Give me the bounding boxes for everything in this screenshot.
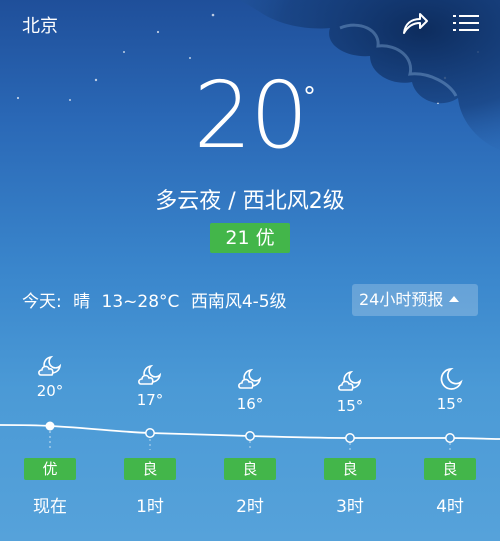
- partly-cloudy-night-icon: [138, 364, 162, 385]
- city-name[interactable]: 北京: [22, 12, 58, 38]
- 24h-forecast-label: 24小时预报: [359, 290, 444, 309]
- current-temperature: 20 °: [0, 66, 500, 166]
- list-menu-icon: [453, 15, 479, 31]
- share-button[interactable]: [398, 8, 430, 38]
- hourly-time-label: 1时: [136, 497, 164, 517]
- hourly-item[interactable]: 16°: [220, 366, 280, 413]
- temperature-value: 20: [193, 62, 308, 169]
- hourly-temp: 16°: [236, 395, 264, 413]
- curve-point: [445, 433, 455, 443]
- curve-point: [145, 428, 155, 438]
- hourly-aqi-badge: 优: [24, 458, 76, 480]
- partly-cloudy-night-icon: [338, 370, 362, 391]
- hourly-time-label: 2时: [236, 497, 264, 517]
- temperature-curve: [0, 421, 500, 450]
- hourly-aqi-badge: 良: [124, 458, 176, 480]
- 24h-forecast-button[interactable]: 24小时预报: [352, 284, 478, 316]
- hourly-aqi-badge: 良: [424, 458, 476, 480]
- hourly-temp: 15°: [336, 397, 364, 415]
- today-temp-range: 13~28°C: [101, 292, 180, 312]
- moon-icon: [440, 368, 463, 390]
- hourly-item[interactable]: 15°: [420, 366, 480, 413]
- weather-condition: 多云夜 / 西北风2级: [155, 189, 345, 214]
- curve-point: [245, 431, 255, 441]
- share-icon: [403, 13, 428, 34]
- today-label: 今天:: [22, 292, 62, 312]
- hourly-temp: 15°: [436, 395, 464, 413]
- caret-up-icon: [449, 295, 460, 302]
- partly-cloudy-night-icon: [38, 355, 62, 376]
- degree-symbol: °: [303, 82, 316, 112]
- today-weather: 晴: [73, 292, 91, 312]
- hourly-temp: 17°: [136, 391, 164, 409]
- hourly-item[interactable]: 15°: [320, 368, 380, 415]
- hourly-time-label: 现在: [33, 497, 67, 517]
- partly-cloudy-night-icon: [238, 368, 262, 389]
- today-summary: 今天: 晴 13~28°C 西南风4-5级: [22, 287, 293, 312]
- hourly-time-label: 3时: [336, 497, 364, 517]
- hourly-time-label: 4时: [436, 497, 464, 517]
- hourly-aqi-badge: 良: [324, 458, 376, 480]
- curve-point-now: [45, 421, 55, 431]
- hourly-temp: 20°: [36, 382, 64, 400]
- menu-button[interactable]: [450, 8, 482, 38]
- hourly-item[interactable]: 20°: [20, 353, 80, 400]
- hourly-aqi-badge: 良: [224, 458, 276, 480]
- hourly-item[interactable]: 17°: [120, 362, 180, 409]
- curve-point: [345, 433, 355, 443]
- aqi-badge[interactable]: 21 优: [210, 223, 290, 253]
- today-wind: 西南风4-5级: [190, 292, 287, 312]
